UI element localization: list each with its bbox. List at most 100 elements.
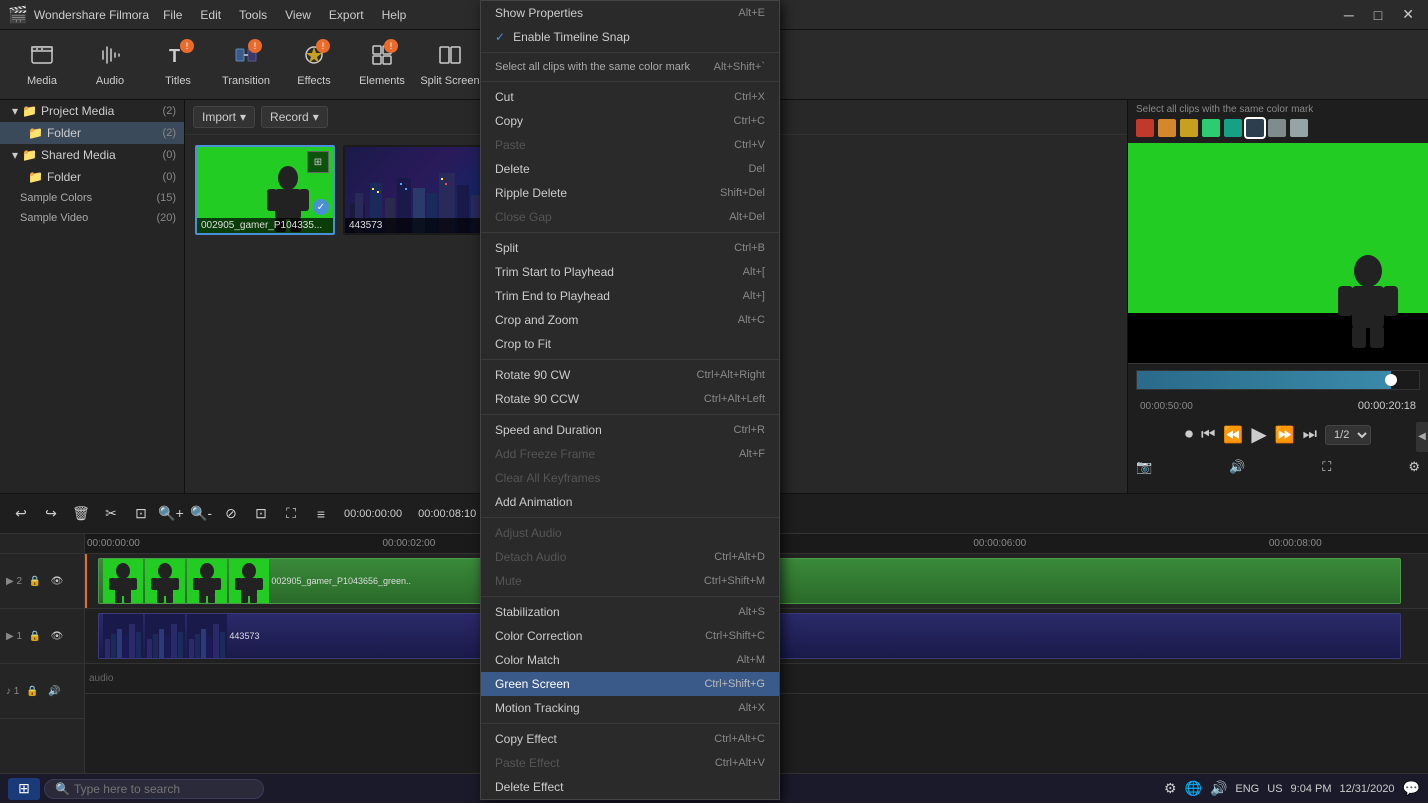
project-media-item[interactable]: ▾ 📁 Project Media (2) [0,100,184,122]
split-button[interactable]: ⊘ [218,501,244,527]
crop-button[interactable]: ⊡ [128,501,154,527]
menu-tools[interactable]: Tools [231,6,275,24]
toolbar-splitscreen[interactable]: Split Screen [418,35,482,95]
toolbar-transition[interactable]: ! Transition [214,35,278,95]
preview-settings-btn[interactable]: ⚙ [1408,459,1420,475]
color-mark-yellow[interactable] [1180,119,1198,137]
preview-speed-select[interactable]: 1/2 1/4 1x 2x [1325,425,1371,445]
undo-button[interactable]: ↩ [8,501,34,527]
color-mark-gray1[interactable] [1268,119,1286,137]
ctx-motion-tracking[interactable]: Motion Tracking Alt+X [481,696,779,720]
minimize-button[interactable]: ─ [1338,5,1360,25]
folder-item[interactable]: 📁 Folder (2) [0,122,184,144]
preview-record-btn[interactable]: ⏺ [1185,426,1193,444]
preview-scrubber[interactable] [1136,370,1420,390]
track-mute-audio[interactable]: 🔊 [45,682,63,700]
ctx-color-match[interactable]: Color Match Alt+M [481,648,779,672]
shared-folder-item[interactable]: 📁 Folder (0) [0,166,184,188]
ctx-copy-effect[interactable]: Copy Effect Ctrl+Alt+C [481,727,779,751]
toolbar-titles[interactable]: T ! Titles [146,35,210,95]
toolbar-media[interactable]: Media [10,35,74,95]
network-icon[interactable]: 🌐 [1185,780,1202,797]
ctx-delete-effect[interactable]: Delete Effect [481,775,779,799]
ctx-green-screen[interactable]: Green Screen Ctrl+Shift+G [481,672,779,696]
ctx-crop-zoom[interactable]: Crop and Zoom Alt+C [481,308,779,332]
preview-fullscreen-btn[interactable]: ⛶ [1322,459,1331,475]
media-item-2[interactable]: 443573 [343,145,483,235]
color-mark-gray2[interactable] [1290,119,1308,137]
ctx-ripple-delete[interactable]: Ripple Delete Shift+Del [481,181,779,205]
search-input[interactable] [74,782,253,796]
panel-collapse-arrow[interactable]: ◀ [1416,422,1428,452]
ctx-rotate-cw[interactable]: Rotate 90 CW Ctrl+Alt+Right [481,363,779,387]
ctx-split[interactable]: Split Ctrl+B [481,236,779,260]
audio-label: Audio [96,75,124,87]
ctx-add-animation[interactable]: Add Animation [481,490,779,514]
preview-step-fwd-btn[interactable]: ⏩ [1275,425,1295,445]
volume-icon[interactable]: 🔊 [1210,780,1227,797]
align-button[interactable]: ≡ [308,501,334,527]
ctx-mute-shortcut: Ctrl+Shift+M [704,575,765,587]
ctx-enable-snap[interactable]: ✓ Enable Timeline Snap [481,25,779,49]
start-button[interactable]: ⊞ [8,778,40,800]
toolbar-elements[interactable]: ! Elements [350,35,414,95]
toolbar-effects[interactable]: ! Effects [282,35,346,95]
track-eye-2[interactable]: 👁 [48,572,66,590]
menu-export[interactable]: Export [321,6,372,24]
ctx-copy[interactable]: Copy Ctrl+C [481,109,779,133]
ctx-rotate-ccw[interactable]: Rotate 90 CCW Ctrl+Alt+Left [481,387,779,411]
playhead[interactable] [85,554,87,608]
preview-step-back-btn[interactable]: ⏪ [1223,425,1243,445]
preview-volume-btn[interactable]: 🔊 [1229,459,1245,475]
thumb-corner-btn-1[interactable]: ⊞ [307,151,329,173]
preview-skip-start-btn[interactable]: ⏮ [1201,426,1215,444]
track-lock-2[interactable]: 🔒 [26,572,44,590]
cut-button[interactable]: ✂ [98,501,124,527]
track-eye-1[interactable]: 👁 [48,627,66,645]
menu-view[interactable]: View [277,6,319,24]
ctx-copy-label: Copy [495,114,523,128]
settings-icon[interactable]: ⚙ [1164,780,1177,797]
preview-screenshot-btn[interactable]: 📷 [1136,459,1152,475]
ctx-cut[interactable]: Cut Ctrl+X [481,85,779,109]
fit-button[interactable]: ⊡ [248,501,274,527]
notification-icon[interactable]: 💬 [1403,780,1420,797]
ctx-color-correction[interactable]: Color Correction Ctrl+Shift+C [481,624,779,648]
import-dropdown[interactable]: Import ▾ [193,106,255,128]
track-lock-audio[interactable]: 🔒 [23,682,41,700]
track-lock-1[interactable]: 🔒 [26,627,44,645]
titles-icon: T ! [166,43,190,73]
sample-colors-item[interactable]: Sample Colors (15) [0,188,184,208]
color-mark-teal[interactable] [1224,119,1242,137]
delete-clip-button[interactable]: 🗑 [68,501,94,527]
toolbar-audio[interactable]: Audio [78,35,142,95]
ctx-trim-end[interactable]: Trim End to Playhead Alt+] [481,284,779,308]
maximize-button[interactable]: □ [1368,5,1388,25]
ctx-show-properties[interactable]: Show Properties Alt+E [481,1,779,25]
preview-skip-end-btn[interactable]: ⏭ [1303,426,1317,444]
color-mark-red[interactable] [1136,119,1154,137]
ctx-speed-duration[interactable]: Speed and Duration Ctrl+R [481,418,779,442]
redo-button[interactable]: ↪ [38,501,64,527]
menu-edit[interactable]: Edit [192,6,229,24]
close-button[interactable]: ✕ [1396,4,1420,25]
zoom-in-button[interactable]: 🔍+ [158,501,184,527]
color-mark-green[interactable] [1202,119,1220,137]
preview-thumb[interactable] [1385,374,1397,386]
color-mark-darkblue[interactable] [1246,119,1264,137]
fullscreen-tl-button[interactable]: ⛶ [278,501,304,527]
ctx-stabilization[interactable]: Stabilization Alt+S [481,600,779,624]
menu-help[interactable]: Help [374,6,415,24]
ctx-delete[interactable]: Delete Del [481,157,779,181]
media-item-1[interactable]: ⊞ ✓ 002905_gamer_P104335... [195,145,335,235]
preview-play-btn[interactable]: ▶ [1251,422,1266,447]
ctx-crop-fit[interactable]: Crop to Fit [481,332,779,356]
menu-file[interactable]: File [155,6,190,24]
shared-media-item[interactable]: ▾ 📁 Shared Media (0) [0,144,184,166]
sample-video-item[interactable]: Sample Video (20) [0,208,184,228]
timeline-time-end: 00:00:08:10 [412,508,482,520]
color-mark-orange[interactable] [1158,119,1176,137]
zoom-out-button[interactable]: 🔍- [188,501,214,527]
ctx-trim-start[interactable]: Trim Start to Playhead Alt+[ [481,260,779,284]
record-dropdown[interactable]: Record ▾ [261,106,328,128]
